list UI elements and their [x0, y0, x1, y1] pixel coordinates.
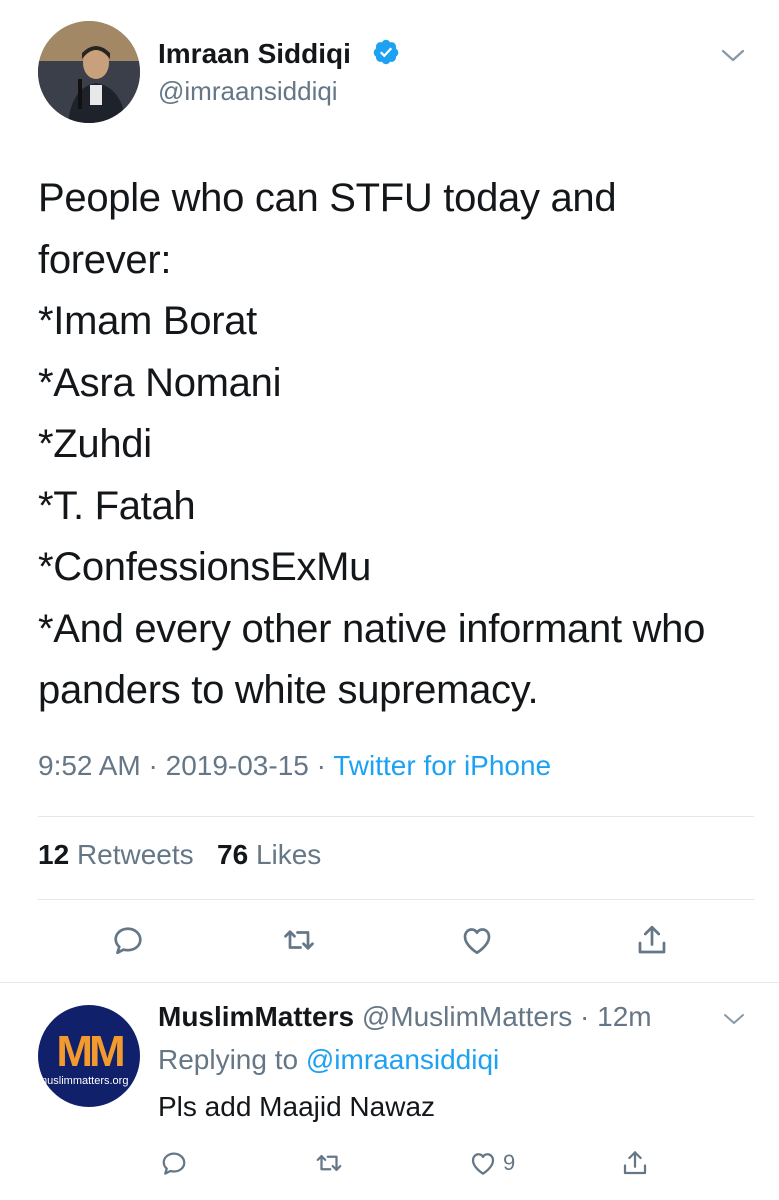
author-name[interactable]: Imraan Siddiqi: [158, 38, 351, 70]
reply-icon[interactable]: [159, 1148, 189, 1178]
tweet-text: People who can STFU today and forever: *…: [38, 176, 706, 712]
replying-label: Replying to: [158, 1044, 299, 1075]
likes-label: Likes: [255, 839, 322, 870]
reply-header: MuslimMatters @MuslimMatters · 12m: [158, 1001, 652, 1033]
replying-handle-link[interactable]: @imraansiddiqi: [306, 1044, 499, 1075]
author-handle[interactable]: @imraansiddiqi: [158, 76, 338, 107]
reply-avatar-site: muslimmatters.org: [38, 1075, 129, 1087]
reply-text: Pls add Maajid Nawaz: [158, 1091, 436, 1122]
tweet-time: 9:52 AM: [38, 750, 141, 781]
like-icon[interactable]: [468, 1148, 498, 1178]
meta-separator: ·: [316, 750, 334, 781]
author-avatar[interactable]: [38, 21, 140, 123]
tweet-meta: 9:52 AM · 2019-03-15 · Twitter for iPhon…: [38, 750, 551, 782]
chevron-down-icon[interactable]: [722, 1010, 746, 1028]
reply-avatar[interactable]: MM muslimmatters.org: [38, 1005, 140, 1107]
likes-stat[interactable]: 76 Likes: [217, 839, 321, 870]
reply-avatar-logo: MM: [56, 1027, 125, 1076]
divider: [0, 982, 779, 983]
retweets-label: Retweets: [76, 839, 194, 870]
tweet-stats: 12 Retweets 76 Likes: [38, 839, 321, 871]
reply-author-handle[interactable]: @MuslimMatters: [362, 1001, 572, 1032]
retweets-count: 12: [38, 839, 70, 870]
avatar-photo: [38, 21, 140, 123]
meta-separator: ·: [148, 750, 166, 781]
replying-to: Replying to @imraansiddiqi: [158, 1044, 499, 1076]
tweet-source-link[interactable]: Twitter for iPhone: [333, 750, 551, 781]
retweets-stat[interactable]: 12 Retweets: [38, 839, 194, 870]
share-icon[interactable]: [620, 1148, 650, 1178]
reply-author-name[interactable]: MuslimMatters: [158, 1001, 354, 1032]
divider: [38, 816, 754, 817]
tweet-date: 2019-03-15: [165, 750, 309, 781]
share-icon[interactable]: [634, 922, 670, 958]
retweet-icon[interactable]: [314, 1148, 344, 1178]
reply-time: 12m: [597, 1001, 652, 1032]
likes-count: 76: [217, 839, 249, 870]
reply-like-count: 9: [503, 1150, 516, 1175]
divider: [38, 899, 754, 900]
retweet-icon[interactable]: [281, 922, 317, 958]
verified-badge-icon: [373, 39, 399, 65]
chevron-down-icon[interactable]: [720, 45, 746, 65]
meta-separator: ·: [572, 1001, 598, 1032]
like-icon[interactable]: [459, 922, 495, 958]
reply-icon[interactable]: [110, 922, 146, 958]
